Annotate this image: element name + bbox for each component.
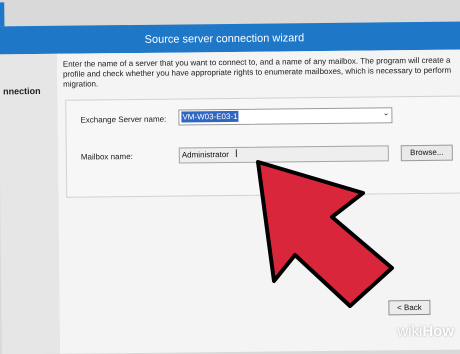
logo-text-part2: How (422, 323, 454, 340)
wikihow-logo: wikiHow (397, 323, 454, 340)
logo-text-part1: wiki (397, 323, 423, 340)
pointer-arrow-overlay (256, 160, 394, 308)
red-arrow-icon (256, 160, 394, 308)
